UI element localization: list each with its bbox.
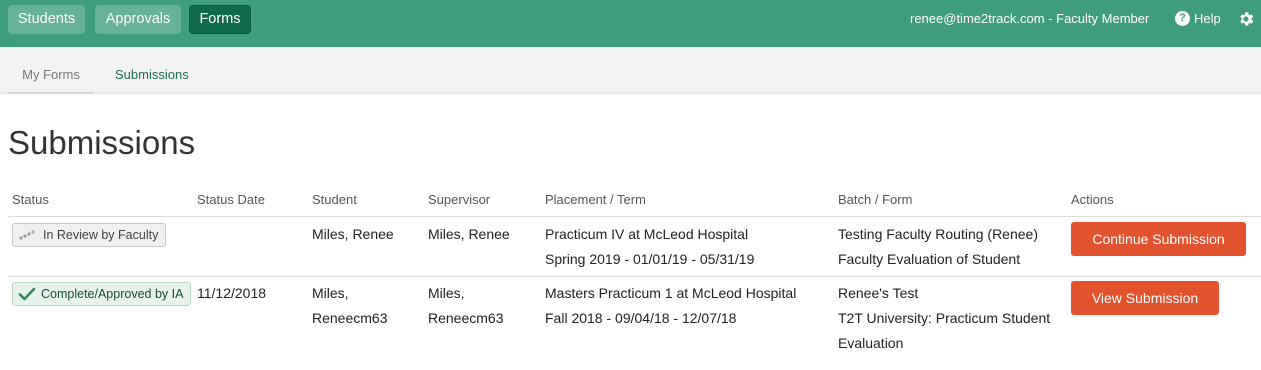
- supervisor-name-line2: Reneecm63: [428, 310, 504, 326]
- term: Fall 2018 - 09/04/18 - 12/07/18: [545, 310, 737, 326]
- status-badge: In Review by Faculty: [12, 223, 167, 247]
- checkmark-icon: [18, 287, 36, 301]
- student-name: Miles, Renee: [312, 226, 394, 242]
- help-link[interactable]: ? Help: [1175, 11, 1221, 26]
- student-name: Miles,: [312, 285, 349, 301]
- gear-icon[interactable]: [1237, 10, 1255, 28]
- nav-approvals-button[interactable]: Approvals: [95, 5, 181, 34]
- column-header-batch-form: Batch / Form: [838, 192, 913, 207]
- column-header-placement: Placement / Term: [545, 192, 646, 207]
- sub-navbar: My Forms Submissions: [0, 47, 1261, 94]
- tab-submissions[interactable]: Submissions: [115, 47, 189, 94]
- nav-forms-button[interactable]: Forms: [189, 5, 251, 34]
- help-label: Help: [1194, 11, 1221, 26]
- nav-students-button[interactable]: Students: [8, 5, 85, 34]
- column-header-actions: Actions: [1071, 192, 1114, 207]
- question-circle-icon: ?: [1175, 11, 1190, 26]
- supervisor-name: Miles,: [428, 285, 465, 301]
- status-label: Complete/Approved by IA: [41, 287, 184, 301]
- student-name-line2: Reneecm63: [312, 310, 388, 326]
- tab-my-forms[interactable]: My Forms: [8, 47, 94, 94]
- column-header-student: Student: [312, 192, 357, 207]
- status-date: 11/12/2018: [197, 285, 267, 301]
- form-name: T2T University: Practicum Student: [838, 310, 1051, 326]
- form-name: Faculty Evaluation of Student: [838, 251, 1021, 267]
- column-header-status-date: Status Date: [197, 192, 265, 207]
- placement-name: Practicum IV at McLeod Hospital: [545, 226, 749, 242]
- term: Spring 2019 - 01/01/19 - 05/31/19: [545, 251, 755, 267]
- column-header-status: Status: [12, 192, 49, 207]
- status-badge: Complete/Approved by IA: [12, 282, 192, 306]
- continue-submission-button[interactable]: Continue Submission: [1071, 222, 1246, 256]
- placement-name: Masters Practicum 1 at McLeod Hospital: [545, 285, 797, 301]
- top-navbar: Students Approvals Forms renee@time2trac…: [0, 0, 1261, 47]
- batch-name: Testing Faculty Routing (Renee): [838, 226, 1038, 242]
- view-submission-button[interactable]: View Submission: [1071, 281, 1219, 315]
- page-title: Submissions: [8, 124, 196, 161]
- user-menu[interactable]: renee@time2track.com - Faculty Member: [910, 11, 1149, 26]
- batch-name: Renee's Test: [838, 285, 919, 301]
- supervisor-name: Miles, Renee: [428, 226, 510, 242]
- status-label: In Review by Faculty: [43, 228, 159, 242]
- form-name-line2: Evaluation: [838, 335, 904, 351]
- column-header-supervisor: Supervisor: [428, 192, 491, 207]
- row-divider: [8, 276, 1261, 277]
- pending-dots-icon: [19, 230, 35, 240]
- table-header-divider: [8, 216, 1261, 217]
